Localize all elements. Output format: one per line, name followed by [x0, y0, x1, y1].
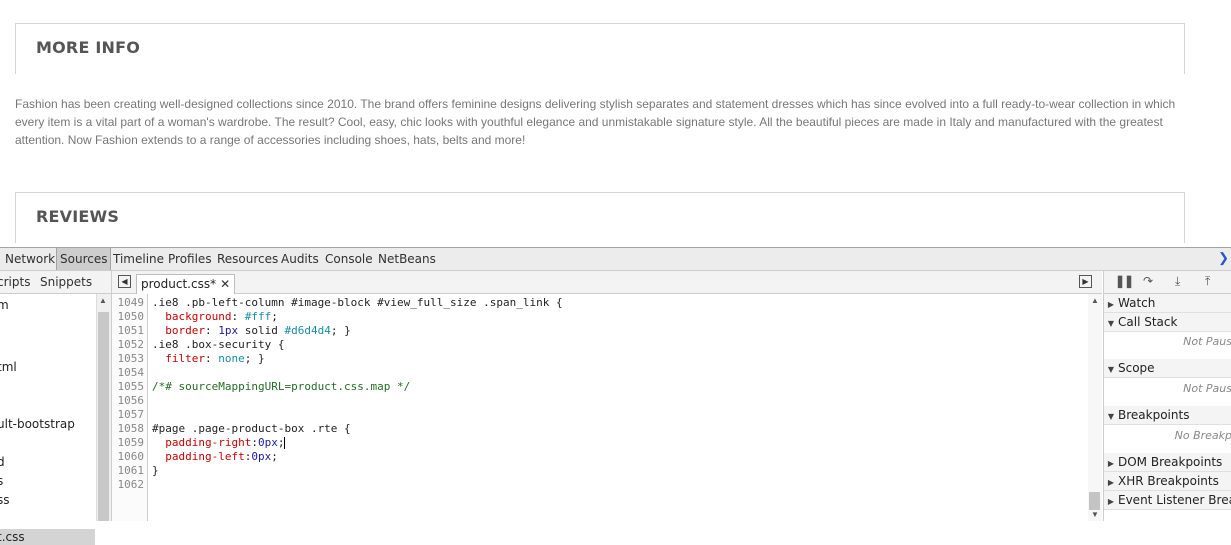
- line-number: 1052: [117, 338, 145, 351]
- triangle-down-icon: ▼: [1107, 319, 1115, 328]
- pane-label: Event Listener Breakp: [1118, 493, 1231, 507]
- reviews-header: REVIEWS: [15, 192, 1185, 243]
- tab-resources[interactable]: Resources: [217, 248, 278, 270]
- triangle-down-icon: ▼: [1107, 412, 1115, 421]
- toggle-navigator-icon[interactable]: ◀: [118, 275, 131, 288]
- file-tab-product-css[interactable]: product.css* ✕: [136, 274, 236, 294]
- close-icon[interactable]: ✕: [220, 277, 230, 291]
- triangle-right-icon: ▶: [1107, 300, 1115, 309]
- scroll-down-icon[interactable]: ▼: [1091, 510, 1099, 519]
- tab-netbeans[interactable]: NetBeans: [378, 248, 436, 270]
- sources-navigator: cripts Snippets m tml ult-bootstrap d s …: [0, 271, 112, 545]
- code-line[interactable]: filter: none; }: [152, 352, 264, 366]
- code-line[interactable]: .ie8 .pb-left-column #image-block #view_…: [152, 296, 563, 310]
- line-number: 1054: [117, 366, 145, 379]
- pane-label: XHR Breakpoints: [1118, 474, 1219, 488]
- pane-header-xhr-breakpoints[interactable]: ▶ XHR Breakpoints: [1104, 472, 1231, 491]
- editor-scroll-thumb[interactable]: [1089, 492, 1100, 510]
- tab-audits[interactable]: Audits: [281, 248, 319, 270]
- editor-tabbar: ◀ product.css* ✕ ▶: [112, 271, 1102, 294]
- code-line[interactable]: .ie8 .box-security {: [152, 338, 284, 352]
- tab-console[interactable]: Console: [325, 248, 373, 270]
- step-into-icon[interactable]: ⤓: [1175, 274, 1180, 289]
- code-line[interactable]: padding-left:0px;: [152, 450, 278, 464]
- product-page: MORE INFO Fashion has been creating well…: [0, 0, 1231, 247]
- navigator-tab-scripts[interactable]: cripts: [0, 271, 30, 293]
- navigator-tabs: cripts Snippets: [0, 271, 111, 294]
- navigator-item[interactable]: tml: [0, 360, 17, 374]
- pane-label: DOM Breakpoints: [1118, 455, 1223, 469]
- debugger-sidebar: ❚❚ ↷ ⤓ ⤒ ▶ Watch ▼ Call Stack Not Paus ▼ Scope…: [1103, 271, 1231, 521]
- line-number: 1059: [117, 436, 145, 449]
- line-number: 1050: [117, 310, 145, 323]
- editor-scrollbar[interactable]: ▲ ▼: [1088, 294, 1102, 521]
- line-number: 1062: [117, 478, 145, 491]
- pane-label: Watch: [1118, 296, 1156, 310]
- triangle-right-icon: ▶: [1107, 459, 1115, 468]
- line-number: 1060: [117, 450, 145, 463]
- devtools-panel: Network Sources Timeline Profiles Resour…: [0, 247, 1231, 545]
- navigator-item[interactable]: ss: [0, 493, 10, 507]
- tab-sources[interactable]: Sources: [56, 248, 112, 270]
- pane-status: Not Paus: [1183, 335, 1231, 348]
- triangle-right-icon: ▶: [1107, 478, 1115, 487]
- line-number: 1056: [117, 394, 145, 407]
- navigator-tab-snippets[interactable]: Snippets: [40, 271, 92, 293]
- pane-label: Breakpoints: [1118, 408, 1190, 422]
- pane-label: Scope: [1118, 361, 1155, 375]
- pane-status: No Breakp: [1174, 429, 1231, 442]
- code-line[interactable]: /*# sourceMappingURL=product.css.map */: [152, 380, 410, 394]
- pane-header-breakpoints[interactable]: ▼ Breakpoints: [1104, 406, 1231, 425]
- tab-profiles[interactable]: Profiles: [168, 248, 212, 270]
- navigator-item-selected[interactable]: t.css: [0, 529, 95, 545]
- pause-icon[interactable]: ❚❚: [1115, 274, 1134, 288]
- navigator-scroll-thumb[interactable]: [98, 312, 109, 521]
- line-number: 1049: [117, 296, 145, 309]
- devtools-tabbar: Network Sources Timeline Profiles Resour…: [0, 248, 1231, 271]
- scroll-up-icon[interactable]: ▲: [99, 296, 107, 305]
- line-number-gutter: 1049 1050 1051 1052 1053 1054 1055 1056 …: [112, 294, 148, 521]
- code-line[interactable]: background: #fff;: [152, 310, 278, 324]
- pane-label: Call Stack: [1118, 315, 1178, 329]
- toggle-debugger-icon[interactable]: ▶: [1079, 275, 1092, 288]
- debugger-toolbar: ❚❚ ↷ ⤓ ⤒: [1104, 271, 1231, 294]
- tab-network[interactable]: Network: [5, 248, 55, 270]
- navigator-scrollbar[interactable]: ▲: [96, 294, 111, 521]
- line-number: 1061: [117, 464, 145, 477]
- source-editor: ◀ product.css* ✕ ▶ 1049 1050 1051 1052 10…: [112, 271, 1102, 521]
- code-line[interactable]: border: 1px solid #d6d4d4; }: [152, 324, 350, 338]
- navigator-item[interactable]: m: [0, 298, 9, 312]
- pane-header-call-stack[interactable]: ▼ Call Stack: [1104, 313, 1231, 332]
- scroll-up-icon[interactable]: ▲: [1091, 296, 1099, 305]
- code-line[interactable]: }: [152, 464, 159, 478]
- line-number: 1057: [117, 408, 145, 421]
- more-info-header: MORE INFO: [15, 23, 1185, 74]
- more-info-title: MORE INFO: [36, 38, 141, 57]
- tab-timeline[interactable]: Timeline: [113, 248, 164, 270]
- step-out-icon[interactable]: ⤒: [1205, 274, 1210, 289]
- pane-header-dom-breakpoints[interactable]: ▶ DOM Breakpoints: [1104, 453, 1231, 472]
- triangle-right-icon: ▶: [1107, 497, 1115, 506]
- step-over-icon[interactable]: ↷: [1143, 274, 1153, 288]
- line-number: 1055: [117, 380, 145, 393]
- navigator-item[interactable]: s: [0, 474, 3, 488]
- line-number: 1053: [117, 352, 145, 365]
- pane-header-watch[interactable]: ▶ Watch: [1104, 294, 1231, 313]
- pane-header-event-listener-breakp[interactable]: ▶Event Listener Breakp: [1104, 491, 1231, 510]
- product-description: Fashion has been creating well-designed …: [15, 97, 1176, 147]
- navigator-item[interactable]: d: [0, 455, 5, 469]
- navigator-item[interactable]: ult-bootstrap: [0, 417, 75, 431]
- pane-header-scope[interactable]: ▼ Scope: [1104, 359, 1231, 378]
- code-line[interactable]: #page .page-product-box .rte {: [152, 422, 351, 436]
- code-line[interactable]: padding-right:0px;: [152, 436, 286, 450]
- line-number: 1058: [117, 422, 145, 435]
- triangle-down-icon: ▼: [1107, 365, 1115, 374]
- pane-status: Not Paus: [1183, 382, 1231, 395]
- line-number: 1051: [117, 324, 145, 337]
- dock-side-icon[interactable]: ❯: [1218, 250, 1229, 266]
- reviews-title: REVIEWS: [36, 207, 120, 226]
- file-tab-label: product.css*: [141, 277, 217, 291]
